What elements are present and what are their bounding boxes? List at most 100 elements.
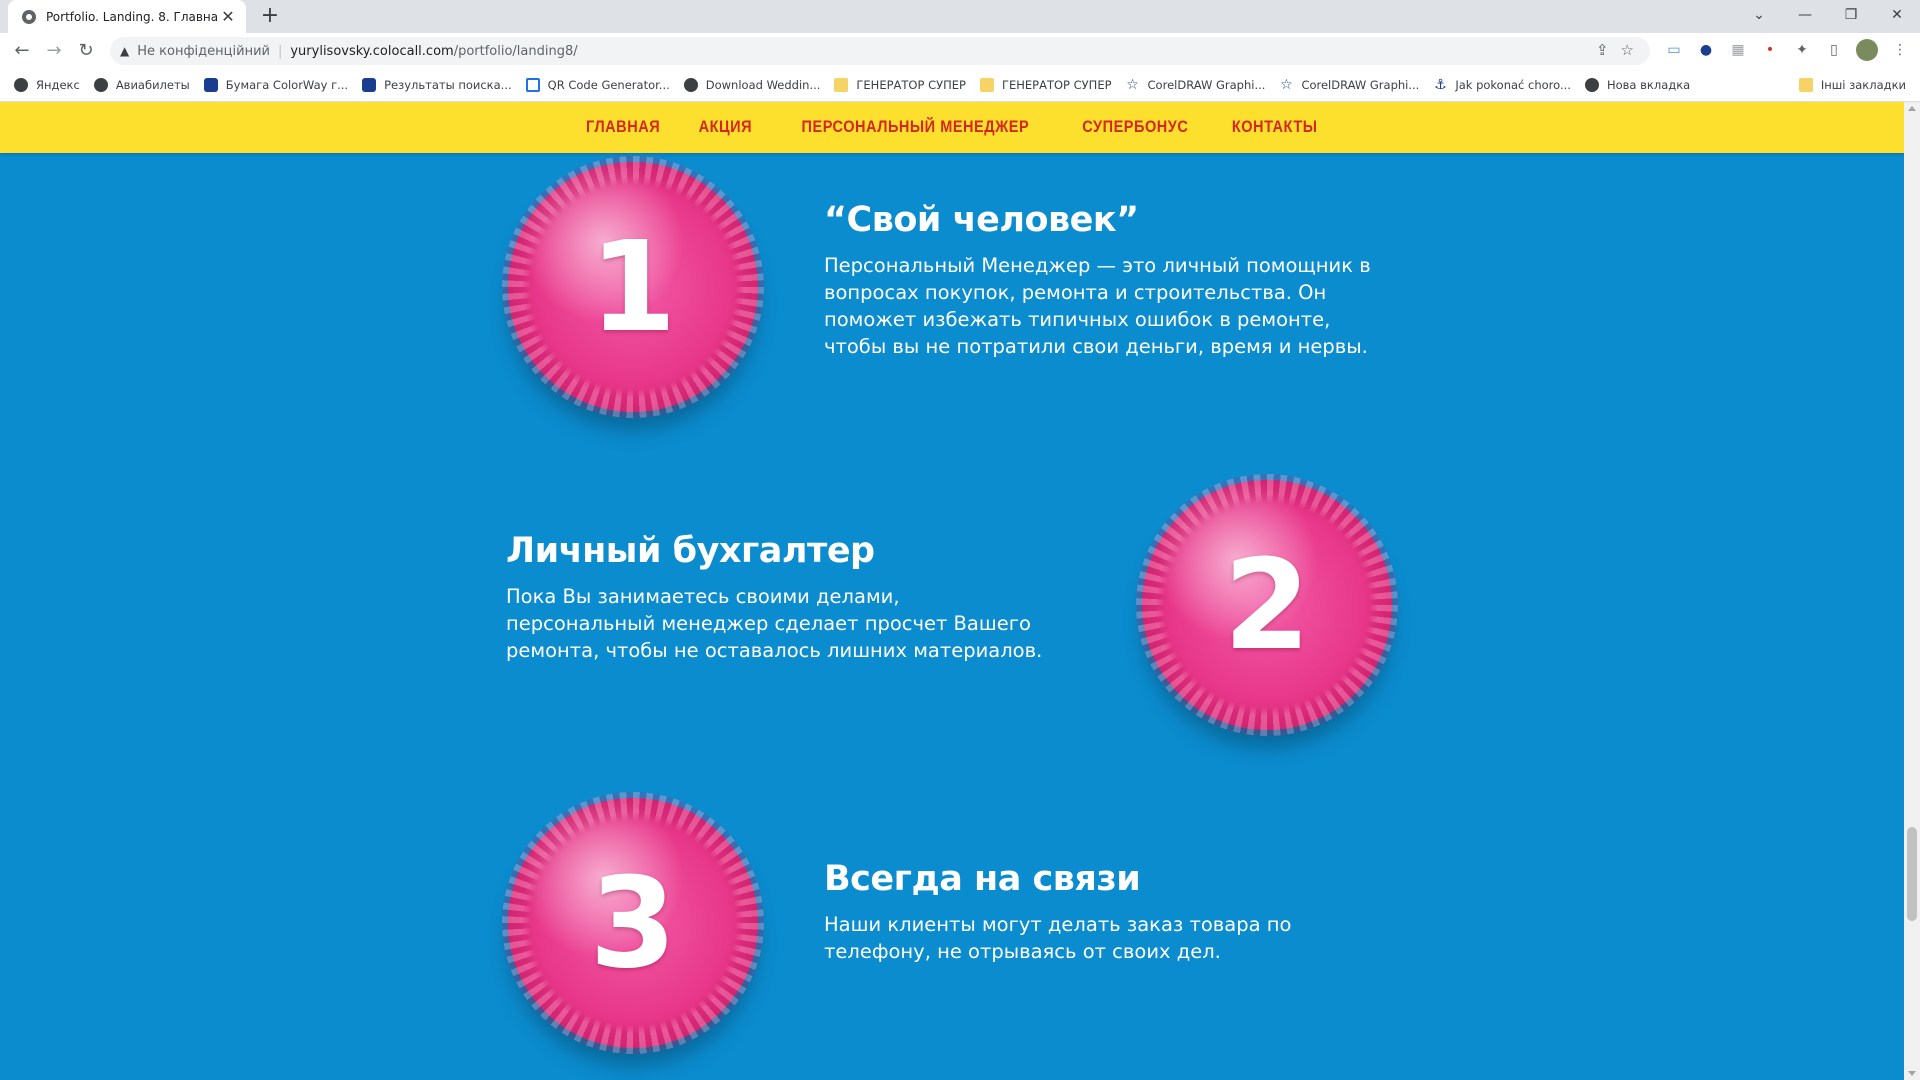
bookmark-item[interactable]: Результаты поиска...	[362, 78, 512, 92]
bookmark-label: ГЕНЕРАТОР СУПЕР	[856, 78, 966, 92]
bookmark-item[interactable]: Нова вкладка	[1584, 78, 1691, 92]
window-controls: ⌄ — ❐ ✕	[1736, 0, 1920, 33]
nav-item-personal-manager[interactable]: ПЕРСОНАЛЬНЫЙ МЕНЕДЖЕР	[802, 118, 1030, 137]
share-icon[interactable]: ⇪	[1596, 41, 1609, 59]
scrollbar-thumb[interactable]	[1907, 827, 1917, 921]
nav-item-contacts[interactable]: КОНТАКТЫ	[1231, 118, 1317, 137]
bookmark-item[interactable]: Авиабилеты	[93, 78, 190, 92]
page-content: ГЛАВНАЯ АКЦИЯ ПЕРСОНАЛЬНЫЙ МЕНЕДЖЕР СУПЕ…	[0, 102, 1904, 1080]
bookmark-label: CorelDRAW Graphi...	[1147, 78, 1266, 92]
url-host: yurylisovsky.colocall.com	[290, 43, 454, 59]
extension-icon[interactable]: •	[1760, 40, 1780, 60]
globe-icon	[1584, 78, 1599, 92]
avatar[interactable]	[1856, 39, 1878, 61]
other-bookmarks[interactable]: Інші закладки	[1798, 69, 1906, 101]
bookmark-item[interactable]: Download Weddin...	[683, 78, 821, 92]
bookmark-label: Нова вкладка	[1606, 78, 1691, 92]
bookmark-star-icon[interactable]: ☆	[1621, 41, 1634, 59]
bookmark-label: Результаты поиска...	[384, 78, 512, 92]
feature-title: “Свой человек”	[824, 200, 1139, 240]
bookmark-item[interactable]: Бумага ColorWay г...	[203, 78, 349, 92]
menu-icon[interactable]: ⋮	[1890, 40, 1910, 60]
badge-number: 1	[589, 214, 677, 360]
bookmark-item[interactable]: ⚓ Jak pokonać choro...	[1433, 78, 1571, 92]
nav-item-superbonus[interactable]: СУПЕРБОНУС	[1082, 118, 1188, 137]
nav-item-main[interactable]: ГЛАВНАЯ	[586, 118, 660, 137]
extension-icon[interactable]: ●	[1696, 40, 1716, 60]
globe-icon	[683, 78, 698, 92]
page-scrollbar[interactable]	[1904, 102, 1920, 1080]
bookmark-label: Бумага ColorWay г...	[225, 78, 349, 92]
bookmark-item[interactable]: Яндекс	[14, 78, 80, 92]
bookmark-item[interactable]: ☆ CorelDRAW Graphi...	[1279, 78, 1419, 92]
new-tab-button[interactable]: +	[258, 4, 282, 28]
address-bar[interactable]: ▲ Не конфіденційний | yurylisovsky.coloc…	[110, 37, 1650, 65]
extension-icon[interactable]: ▭	[1664, 40, 1684, 60]
forward-button[interactable]: →	[42, 39, 66, 63]
tab-title: Portfolio. Landing. 8. Главная	[46, 9, 218, 24]
bookmark-label: Авиабилеты	[115, 78, 190, 92]
bookmarks-bar: Яндекс Авиабилеты Бумага ColorWay г... Р…	[0, 69, 1920, 102]
side-panel-icon[interactable]: ▯	[1824, 40, 1844, 60]
bookmark-label: Download Weddin...	[705, 78, 821, 92]
feature-block: Личный бухгалтер Пока Вы занимаетесь сво…	[506, 531, 1046, 664]
bookmark-label: Jak pokonać choro...	[1455, 78, 1571, 92]
close-window-button[interactable]: ✕	[1874, 0, 1920, 33]
qr-icon	[525, 78, 540, 92]
divider: |	[277, 43, 283, 59]
browser-tab[interactable]: Portfolio. Landing. 8. Главная ✕	[8, 0, 246, 33]
feature-text: Персональный Менеджер — это личный помощ…	[824, 254, 1371, 358]
tab-search-icon[interactable]: ⌄	[1736, 0, 1782, 33]
bookmark-item[interactable]: QR Code Generator...	[525, 78, 670, 92]
url-text[interactable]: yurylisovsky.colocall.com/portfolio/land…	[290, 44, 577, 59]
globe-icon	[22, 9, 36, 24]
badge-number: 2	[1223, 532, 1311, 678]
omnibox-actions: ⇪ ☆	[1596, 41, 1634, 59]
site-navigation: ГЛАВНАЯ АКЦИЯ ПЕРСОНАЛЬНЫЙ МЕНЕДЖЕР СУПЕ…	[0, 102, 1904, 153]
url-path: /portfolio/landing8/	[453, 43, 578, 59]
warning-icon[interactable]: ▲	[120, 44, 129, 58]
feature-text: Пока Вы занимаетесь своими делами, персо…	[506, 585, 1043, 662]
bookmark-label: QR Code Generator...	[547, 78, 670, 92]
star-icon: ☆	[1126, 77, 1139, 93]
badge-number: 3	[589, 850, 677, 996]
anchor-icon: ⚓	[1434, 77, 1447, 93]
bookmark-label: Яндекс	[36, 78, 80, 92]
folder-icon	[1798, 78, 1813, 92]
security-status[interactable]: Не конфіденційний	[137, 44, 270, 59]
back-button[interactable]: ←	[10, 39, 34, 63]
bookmark-item[interactable]: ☆ CorelDRAW Graphi...	[1126, 77, 1266, 93]
number-badge-1: 1	[508, 162, 758, 412]
colorway-icon	[203, 78, 218, 92]
globe-icon	[14, 78, 28, 92]
number-badge-2: 2	[1142, 480, 1392, 730]
folder-icon	[834, 78, 849, 92]
bookmark-item[interactable]: ГЕНЕРАТОР СУПЕР	[979, 78, 1112, 92]
number-badge-3: 3	[508, 798, 758, 1048]
scroll-down-icon[interactable]	[1908, 1071, 1916, 1076]
feature-title: Всегда на связи	[824, 859, 1141, 899]
scroll-up-icon[interactable]	[1908, 106, 1916, 111]
feature-block: Всегда на связи Наши клиенты могут делат…	[824, 859, 1404, 965]
feature-title: Личный бухгалтер	[506, 531, 875, 571]
bookmark-label: Інші закладки	[1820, 78, 1906, 92]
bookmark-label: CorelDRAW Graphi...	[1301, 78, 1420, 92]
globe-icon	[93, 78, 108, 92]
tab-close-icon[interactable]: ✕	[218, 7, 238, 26]
bookmark-item[interactable]: ГЕНЕРАТОР СУПЕР	[834, 78, 966, 92]
puzzle-icon[interactable]: ✦	[1792, 40, 1812, 60]
bookmark-label: ГЕНЕРАТОР СУПЕР	[1001, 78, 1112, 92]
browser-toolbar: ← → ↻ ▲ Не конфіденційний | yurylisovsky…	[0, 33, 1920, 69]
minimize-button[interactable]: —	[1782, 0, 1828, 33]
star-icon: ☆	[1280, 77, 1293, 93]
extensions-area: ▭ ● ▦ • ✦ ▯ ⋮	[1664, 39, 1910, 61]
extension-icon[interactable]: ▦	[1728, 40, 1748, 60]
reload-button[interactable]: ↻	[74, 39, 98, 63]
tab-bar: Portfolio. Landing. 8. Главная ✕ + ⌄ — ❐…	[0, 0, 1920, 33]
nav-item-promo[interactable]: АКЦИЯ	[699, 118, 752, 137]
feature-text: Наши клиенты могут делать заказ товара п…	[824, 913, 1292, 963]
colorway-icon	[362, 78, 377, 92]
folder-icon	[979, 78, 994, 92]
feature-block: “Свой человек” Персональный Менеджер — э…	[824, 200, 1384, 360]
restore-button[interactable]: ❐	[1828, 0, 1874, 33]
